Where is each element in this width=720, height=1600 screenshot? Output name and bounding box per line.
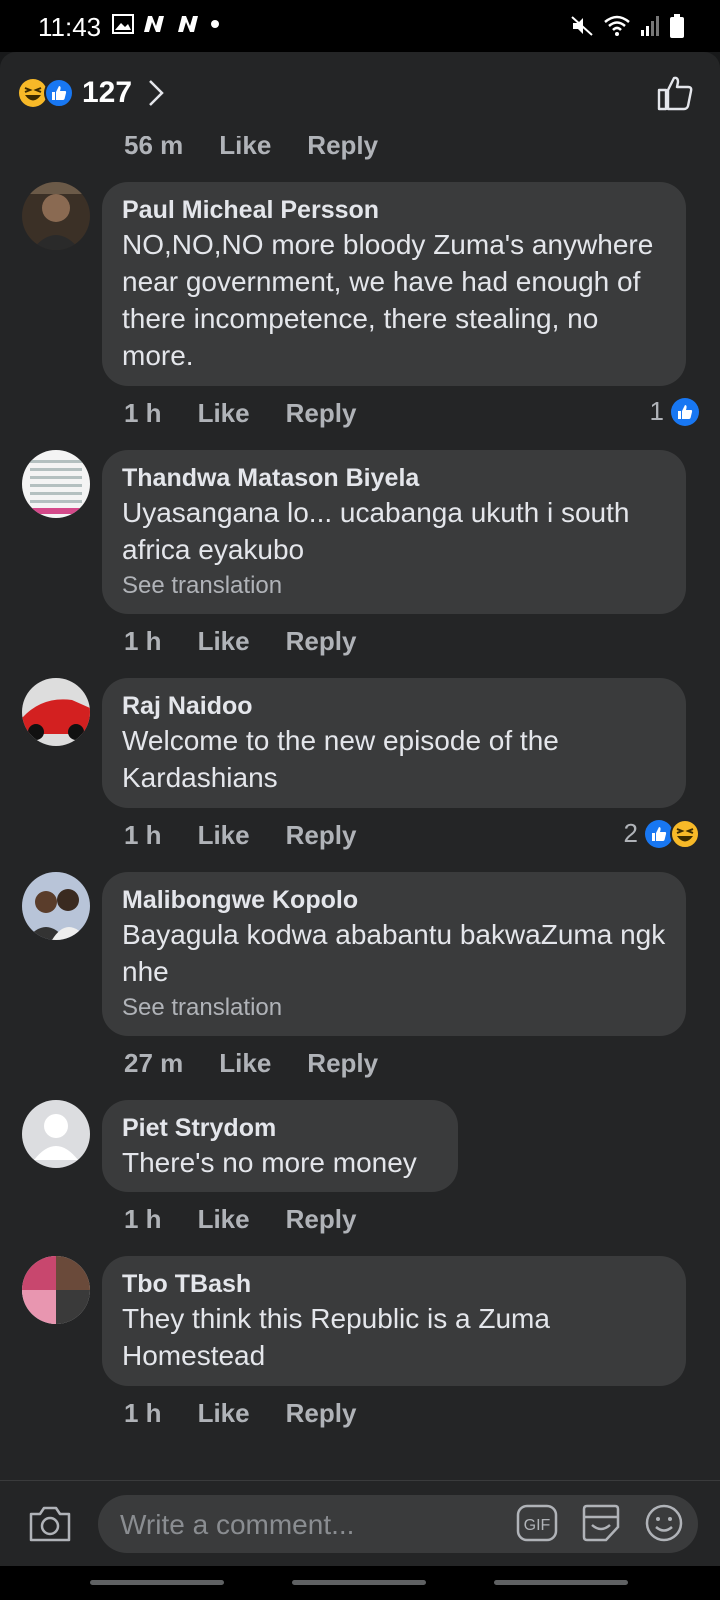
comment-time: 1 h [124, 1398, 162, 1428]
comment-author[interactable]: Malibongwe Kopolo [122, 884, 666, 916]
reaction-count: 2 [623, 818, 638, 848]
comment-text: They think this Republic is a Zuma Homes… [122, 1303, 550, 1371]
see-translation-link[interactable]: See translation [122, 570, 666, 602]
avatar[interactable] [22, 1256, 90, 1324]
like-link[interactable]: Like [219, 1048, 271, 1079]
comment-input[interactable]: Write a comment... GIF [98, 1495, 698, 1553]
nav-home-button[interactable] [292, 1580, 426, 1585]
like-link[interactable]: Like [198, 820, 250, 851]
comment-bubble[interactable]: Thandwa Matason Biyela Uyasangana lo... … [102, 450, 686, 614]
reply-link[interactable]: Reply [307, 136, 378, 161]
comment-reactions[interactable]: 2 [624, 818, 700, 849]
haha-reaction-icon [670, 818, 700, 849]
like-reaction-icon [671, 397, 699, 426]
wifi-icon [604, 15, 630, 36]
comment-bubble[interactable]: Raj Naidoo Welcome to the new episode of… [102, 678, 686, 808]
reply-link[interactable]: Reply [286, 626, 357, 657]
avatar[interactable] [22, 678, 90, 746]
comment-time: 56 m [124, 136, 184, 160]
notification-n-icon [144, 16, 164, 32]
reaction-count: 1 [649, 396, 664, 426]
emoji-icon[interactable] [644, 1503, 684, 1543]
reply-link[interactable]: Reply [307, 1048, 378, 1079]
nav-recents-button[interactable] [90, 1580, 224, 1585]
comment-author[interactable]: Tbo TBash [122, 1268, 666, 1300]
reaction-count: 127 [82, 76, 133, 109]
comment-actions: 1 h Like Reply [124, 398, 392, 429]
gallery-icon [112, 14, 134, 34]
sticker-icon[interactable] [580, 1503, 622, 1543]
thumbs-up-icon[interactable] [656, 74, 694, 112]
camera-icon[interactable] [28, 1505, 72, 1543]
comment-text: There's no more money [122, 1147, 417, 1178]
comment-actions: 27 m Like Reply [124, 1048, 414, 1079]
svg-text:GIF: GIF [524, 1517, 551, 1534]
comment-time: 1 h [124, 820, 162, 850]
comment-actions: 1 h Like Reply [124, 820, 392, 851]
comment-author[interactable]: Piet Strydom [122, 1112, 438, 1144]
comment-actions: 1 h Like Reply [124, 1398, 392, 1429]
comment-bubble[interactable]: Paul Micheal Persson NO,NO,NO more blood… [102, 182, 686, 386]
comment-text: Welcome to the new episode of the Kardas… [122, 725, 559, 793]
reply-link[interactable]: Reply [286, 398, 357, 429]
comment-actions: 1 h Like Reply [124, 1204, 392, 1235]
comment-bubble[interactable]: Piet Strydom There's no more money [102, 1100, 458, 1192]
battery-icon [670, 14, 684, 38]
reply-link[interactable]: Reply [286, 1204, 357, 1235]
comment-text: Bayagula kodwa ababantu bakwaZuma ngk nh… [122, 919, 666, 987]
mute-icon [571, 16, 593, 36]
reactions-summary[interactable]: 127 [18, 76, 164, 110]
comment-placeholder: Write a comment... [120, 1509, 355, 1540]
comment-author[interactable]: Thandwa Matason Biyela [122, 462, 666, 494]
gif-icon[interactable]: GIF [516, 1503, 558, 1543]
comment-bubble[interactable]: Malibongwe Kopolo Bayagula kodwa ababant… [102, 872, 686, 1036]
like-link[interactable]: Like [198, 398, 250, 429]
avatar[interactable] [22, 450, 90, 518]
like-reaction-icon [44, 78, 74, 108]
comment-time: 1 h [124, 1204, 162, 1234]
like-link[interactable]: Like [198, 1204, 250, 1235]
chevron-right-icon [149, 80, 164, 106]
comment-composer: Write a comment... GIF [0, 1480, 720, 1567]
dot-icon [211, 20, 219, 28]
comment-text: NO,NO,NO more bloody Zuma's anywhere nea… [122, 229, 654, 371]
comment-text: Uyasangana lo... ucabanga ukuth i south … [122, 497, 630, 565]
like-link[interactable]: Like [219, 136, 271, 161]
see-translation-link[interactable]: See translation [122, 992, 666, 1024]
comment-bubble[interactable]: Tbo TBash They think this Republic is a … [102, 1256, 686, 1386]
comment-actions: 56 m Like Reply [124, 136, 414, 161]
notification-n-icon [178, 16, 198, 32]
comment-time: 1 h [124, 626, 162, 656]
comment-time: 27 m [124, 1048, 184, 1078]
like-link[interactable]: Like [198, 1398, 250, 1429]
comment-author[interactable]: Raj Naidoo [122, 690, 666, 722]
comment-reactions[interactable]: 1 [650, 396, 700, 427]
comment-author[interactable]: Paul Micheal Persson [122, 194, 666, 226]
reactions-header: 127 [0, 52, 720, 137]
reply-link[interactable]: Reply [286, 1398, 357, 1429]
avatar[interactable] [22, 182, 90, 250]
comment-time: 1 h [124, 398, 162, 428]
avatar[interactable] [22, 1100, 90, 1168]
like-link[interactable]: Like [198, 626, 250, 657]
status-bar: 11:43 [0, 0, 720, 52]
nav-back-button[interactable] [494, 1580, 628, 1585]
avatar[interactable] [22, 872, 90, 940]
comment-actions: 1 h Like Reply [124, 626, 392, 657]
status-time: 11:43 [38, 12, 102, 42]
comments-feed[interactable]: 56 m Like Reply Paul Micheal Persson NO,… [0, 136, 720, 1480]
reply-link[interactable]: Reply [286, 820, 357, 851]
signal-icon [641, 16, 659, 36]
system-nav-bar [0, 1566, 720, 1600]
